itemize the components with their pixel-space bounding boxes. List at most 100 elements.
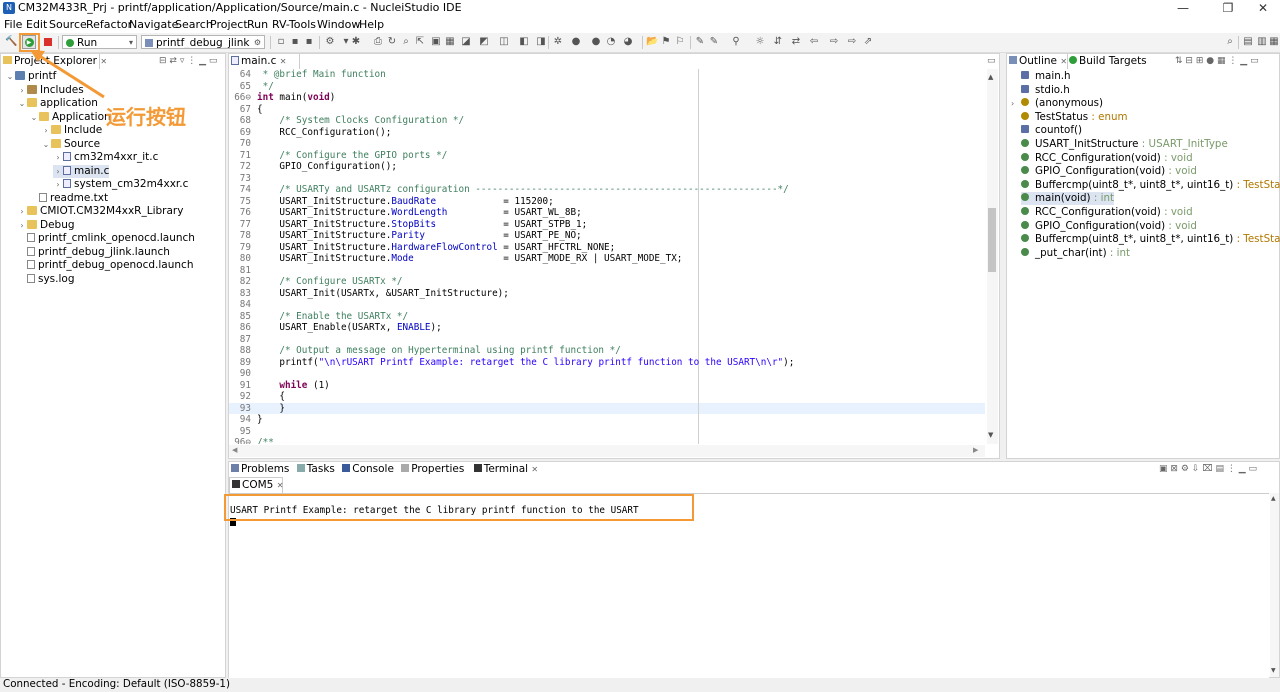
tree-item[interactable]: ⌄ Source [41,138,100,151]
new-terminal-icon[interactable]: ▤ [1215,464,1224,474]
tool-icon[interactable]: ✱ [350,36,362,48]
tool-icon[interactable]: ⚐ [674,36,686,48]
chevron-right-icon[interactable]: › [53,178,63,191]
tab-properties[interactable]: Properties [401,463,464,475]
hide-nonpublic-icon[interactable]: ● [1206,56,1214,66]
menu-run[interactable]: Run [247,18,268,31]
scroll-lock-icon[interactable]: ⇩ [1192,464,1200,474]
forward-icon[interactable]: ⇨ [846,36,858,48]
outline-item[interactable]: Buffercmp(uint8_t*, uint8_t*, uint16_t) … [1021,233,1280,246]
tree-item[interactable]: printf_cmlink_openocd.launch [17,232,195,245]
menu-help[interactable]: Help [359,18,384,31]
maximize-icon[interactable]: ▭ [209,56,218,66]
group-icon[interactable]: ▦ [1217,56,1226,66]
chevron-right-icon[interactable]: › [41,124,51,137]
tool-icon[interactable]: ◪ [460,36,472,48]
minimize-icon[interactable]: ▁ [1239,464,1246,474]
save-icon[interactable]: ▪ [289,36,301,48]
chevron-right-icon[interactable]: › [17,219,27,232]
forward-icon[interactable]: ⇨ [828,36,840,48]
close-icon[interactable]: ✕ [277,481,284,490]
outline-item[interactable]: Buffercmp(uint8_t*, uint8_t*, uint16_t) … [1021,179,1280,192]
terminal-scrollbar[interactable]: ▲ ▼ [1270,493,1279,677]
search-file-icon[interactable]: ⌕ [400,36,412,48]
vertical-scrollbar[interactable]: ▲ ▼ [987,69,998,444]
clear-icon[interactable]: ⌧ [1202,464,1212,474]
scroll-right-icon[interactable]: ▶ [973,446,978,454]
tool-icon[interactable]: ⇗ [862,36,874,48]
pen-icon[interactable]: ✎ [694,36,706,48]
hide-static-icon[interactable]: ⊞ [1196,56,1204,66]
new-icon[interactable]: ▫ [275,36,287,48]
back-icon[interactable]: ⇦ [808,36,820,48]
sort-icon[interactable]: ⇅ [1175,56,1183,66]
outline-item[interactable]: USART_InitStructure : USART_InitType [1021,138,1228,151]
chevron-right-icon[interactable]: › [1011,97,1014,110]
tree-item[interactable]: › system_cm32m4xxr.c [53,178,188,191]
outline-item[interactable]: main(void) : int [1021,192,1115,206]
scroll-left-icon[interactable]: ◀ [232,446,237,454]
collapse-all-icon[interactable]: ⊟ [159,56,167,66]
settings-icon[interactable]: ⚙ [324,36,336,48]
chevron-down-icon[interactable]: ⌄ [29,111,39,124]
maximize-icon[interactable]: ▭ [1250,56,1259,66]
menu-rv-tools[interactable]: RV-Tools [272,18,316,31]
tree-item[interactable]: ⌄ Application [29,111,111,124]
minimize-icon[interactable]: ▁ [1240,56,1247,66]
menu-search[interactable]: Search [175,18,213,31]
run-last-icon[interactable]: ● [590,36,602,48]
maximize-icon[interactable]: ❐ [1211,0,1245,17]
external-tools-icon[interactable]: ◕ [622,36,634,48]
tool-icon[interactable]: ⇄ [790,36,802,48]
chevron-down-icon[interactable]: ⌄ [41,138,51,151]
pen-icon[interactable]: ✎ [708,36,720,48]
tool-icon[interactable]: ⚑ [660,36,672,48]
outline-item[interactable]: stdio.h [1021,84,1070,97]
perspective-icon[interactable]: ▦ [1268,36,1280,48]
connect-icon[interactable]: ▣ [1159,464,1168,474]
view-menu-icon[interactable]: ⋮ [1228,56,1237,66]
outline-item[interactable]: _put_char(int) : int [1021,247,1130,260]
run-icon[interactable]: ● [570,36,582,48]
tab-outline[interactable]: Outline ✕ [1007,54,1068,69]
tree-item[interactable]: › main.c [53,164,110,178]
scrollbar-thumb[interactable] [988,208,996,272]
chevron-right-icon[interactable]: › [53,165,63,178]
external-icon[interactable]: ⇱ [414,36,426,48]
search-icon[interactable]: ⌕ [1224,36,1236,48]
tree-item[interactable]: readme.txt [29,192,108,205]
filter-icon[interactable]: ▿ [180,56,185,66]
tab-terminal[interactable]: Terminal ✕ [471,463,541,475]
outline-item[interactable]: GPIO_Configuration(void) : void [1021,220,1197,233]
outline-item[interactable]: countof() [1021,124,1082,137]
save-all-icon[interactable]: ▪ [303,36,315,48]
pin-icon[interactable]: ⚲ [730,36,742,48]
link-icon[interactable]: ⇄ [169,56,177,66]
horizontal-scrollbar[interactable]: ◀ ▶ [229,445,985,457]
open-folder-icon[interactable]: 📂 [646,36,658,48]
perspective-icon[interactable]: ▤ [1242,36,1254,48]
coverage-icon[interactable]: ◔ [605,36,617,48]
outline-item[interactable]: RCC_Configuration(void) : void [1021,206,1193,219]
maximize-icon[interactable]: ▭ [987,56,996,66]
chevron-right-icon[interactable]: › [17,205,27,218]
tab-com5[interactable]: COM5 ✕ [229,477,283,493]
scroll-down-icon[interactable]: ▼ [1271,667,1276,674]
tree-item[interactable]: printf_debug_openocd.launch [17,259,193,272]
tree-item[interactable]: sys.log [17,273,75,286]
tool-icon[interactable]: ◫ [498,36,510,48]
perspective-icon[interactable]: ▥ [1256,36,1268,48]
scroll-up-icon[interactable]: ▲ [1271,495,1276,502]
tool-icon[interactable]: ◧ [518,36,530,48]
tree-item[interactable]: › Debug [17,219,74,232]
tool-icon[interactable]: ☼ [754,36,766,48]
view-menu-icon[interactable]: ⋮ [187,56,196,66]
tab-build-targets[interactable]: Build Targets [1067,54,1147,69]
outline-item[interactable]: TestStatus : enum [1021,111,1128,124]
refresh-icon[interactable]: ↻ [386,36,398,48]
scroll-down-icon[interactable]: ▼ [988,431,993,439]
tree-item[interactable]: › CMIOT.CM32M4xxR_Library [17,205,183,218]
chip-icon[interactable]: ▣ [430,36,442,48]
scroll-up-icon[interactable]: ▲ [988,73,993,81]
close-icon[interactable]: ✕ [1246,0,1280,17]
